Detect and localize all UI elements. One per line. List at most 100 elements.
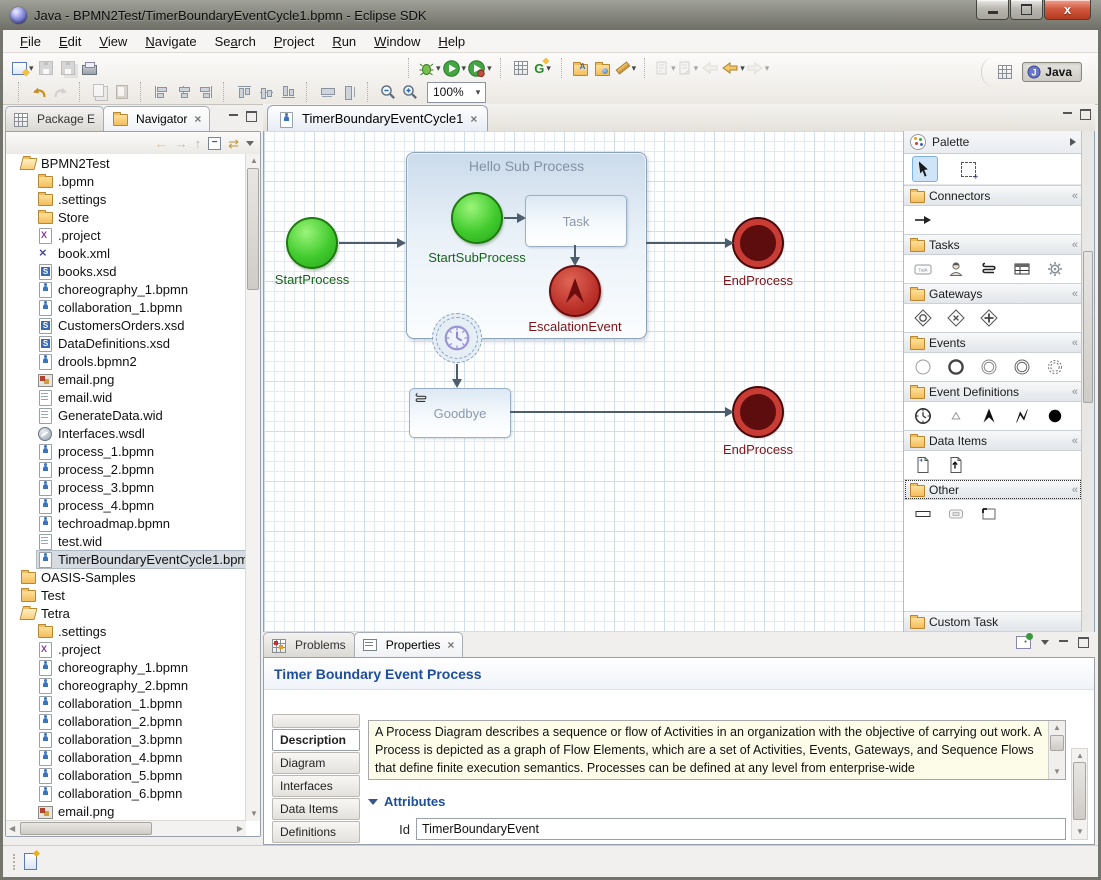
tree-item--project[interactable]: X.project xyxy=(6,226,246,244)
pin-drawer-icon[interactable]: « xyxy=(1072,435,1077,447)
menu-window[interactable]: Window xyxy=(365,31,429,52)
boundary-event-icon[interactable] xyxy=(1044,356,1066,378)
escalation-icon[interactable] xyxy=(978,405,1000,427)
id-input[interactable]: TimerBoundaryEvent xyxy=(416,818,1066,840)
collapse-all-icon[interactable]: − xyxy=(208,137,221,150)
palette-header[interactable]: Palette xyxy=(904,131,1082,154)
tree-item-collaboration-1-bpmn[interactable]: collaboration_1.bpmn xyxy=(6,694,246,712)
end-event-icon[interactable] xyxy=(945,356,967,378)
dropdown-caret-icon[interactable]: ▾ xyxy=(694,63,699,74)
conditional-icon[interactable] xyxy=(945,405,967,427)
terminate-icon[interactable] xyxy=(1044,405,1066,427)
tree-item-techroadmap-bpmn[interactable]: techroadmap.bpmn xyxy=(6,514,246,532)
tree-item-store[interactable]: Store xyxy=(6,208,246,226)
intermediate-catch-event-icon[interactable] xyxy=(978,356,1000,378)
tree-item-row[interactable]: email.png xyxy=(37,803,117,820)
task-node[interactable]: Task xyxy=(525,195,627,247)
align-bottom-button[interactable] xyxy=(278,81,298,103)
pin-view-icon[interactable] xyxy=(1016,636,1031,649)
task-icon[interactable]: Task xyxy=(912,258,934,280)
back-button[interactable]: ▾ xyxy=(722,57,745,79)
next-edit-location-button[interactable]: ▾ xyxy=(678,57,699,79)
sequence-flow[interactable] xyxy=(574,245,576,259)
tree-vertical-scrollbar[interactable]: ▲ ▼ xyxy=(245,154,260,821)
tree-item-bpmn2test[interactable]: BPMN2Test xyxy=(6,154,246,172)
menu-file[interactable]: File xyxy=(11,31,50,52)
property-tab-interfaces[interactable]: Interfaces xyxy=(272,775,360,797)
tree-item-row[interactable]: ×book.xml xyxy=(37,245,113,262)
exclusive-gateway-icon[interactable] xyxy=(945,307,967,329)
up-icon[interactable]: ↑ xyxy=(195,137,202,150)
sequence-flow[interactable] xyxy=(504,217,519,219)
dropdown-caret-icon[interactable]: ▾ xyxy=(765,63,770,74)
tree-item-row[interactable]: choreography_1.bpmn xyxy=(37,281,191,298)
tree-item-row[interactable]: collaboration_6.bpmn xyxy=(37,785,185,802)
redo-button[interactable] xyxy=(51,81,71,103)
timer-boundary-event-node[interactable] xyxy=(432,313,482,363)
palette-section-events[interactable]: Events« xyxy=(904,332,1082,353)
start-subprocess-node[interactable] xyxy=(451,192,503,244)
editor-vertical-scrollbar[interactable] xyxy=(1081,131,1094,632)
tab-package-explorer[interactable]: Package E xyxy=(5,106,104,131)
menu-navigate[interactable]: Navigate xyxy=(136,31,205,52)
description-scrollbar[interactable]: ▲ ▼ xyxy=(1048,721,1065,779)
view-menu-icon[interactable] xyxy=(1041,640,1049,645)
match-height-button[interactable] xyxy=(339,81,359,103)
tree-item-books-xsd[interactable]: Sbooks.xsd xyxy=(6,262,246,280)
copy-button[interactable] xyxy=(90,81,110,103)
tree-item-row[interactable]: SCustomersOrders.xsd xyxy=(37,317,187,334)
tree-item--project[interactable]: X.project xyxy=(6,640,246,658)
tree-item-row[interactable]: Test xyxy=(20,587,68,604)
description-box[interactable]: A Process Diagram describes a sequence o… xyxy=(368,720,1066,780)
minimize-view-icon[interactable] xyxy=(229,114,238,119)
tree-item-row[interactable]: GenerateData.wid xyxy=(37,407,166,424)
maximize-view-icon[interactable] xyxy=(246,111,257,122)
close-tab-icon[interactable]: × xyxy=(194,112,201,126)
tree-item-datadefinitions-xsd[interactable]: SDataDefinitions.xsd xyxy=(6,334,246,352)
pin-drawer-icon[interactable]: « xyxy=(1072,190,1077,202)
tree-item-row[interactable]: .bpmn xyxy=(37,173,97,190)
java-perspective-button[interactable]: J Java xyxy=(1022,62,1082,82)
dropdown-caret-icon[interactable]: ▾ xyxy=(671,63,676,74)
tree-item-collaboration-2-bpmn[interactable]: collaboration_2.bpmn xyxy=(6,712,246,730)
tree-item--settings[interactable]: .settings xyxy=(6,622,246,640)
business-rule-task-icon[interactable] xyxy=(1011,258,1033,280)
tree-item-row[interactable]: Tetra xyxy=(20,605,73,622)
title-bar[interactable]: Java - BPMN2Test/TimerBoundaryEventCycle… xyxy=(0,0,1101,30)
tree-item-timerboundaryeventcycle1-bpmn[interactable]: TimerBoundaryEventCycle1.bpmn xyxy=(6,550,246,568)
print-button[interactable] xyxy=(80,57,100,79)
dropdown-caret-icon[interactable]: ▾ xyxy=(29,63,34,74)
dropdown-caret-icon[interactable]: ▾ xyxy=(740,63,745,74)
tree-item-book-xml[interactable]: ×book.xml xyxy=(6,244,246,262)
paste-button[interactable] xyxy=(112,81,132,103)
palette-collapse-icon[interactable] xyxy=(1070,138,1076,146)
tree-item-row[interactable]: collaboration_1.bpmn xyxy=(37,299,185,316)
tree-item-row[interactable]: process_4.bpmn xyxy=(37,497,157,514)
tree-item-row[interactable]: Sbooks.xsd xyxy=(37,263,120,280)
tree-item-choreography-2-bpmn[interactable]: choreography_2.bpmn xyxy=(6,676,246,694)
selection-tool[interactable] xyxy=(912,156,938,182)
tree-item-row[interactable]: BPMN2Test xyxy=(20,155,113,172)
tree-item-process-2-bpmn[interactable]: process_2.bpmn xyxy=(6,460,246,478)
palette-section-custom-task[interactable]: Custom Task xyxy=(904,611,1082,632)
attributes-section-header[interactable]: Attributes xyxy=(368,794,1066,809)
goodbye-task-node[interactable]: Goodbye xyxy=(409,388,511,438)
minimize-editor-icon[interactable] xyxy=(1063,112,1072,117)
tree-item-row[interactable]: collaboration_3.bpmn xyxy=(37,731,185,748)
menu-edit[interactable]: Edit xyxy=(50,31,90,52)
start-event-icon[interactable] xyxy=(912,356,934,378)
tab-problems[interactable]: Problems xyxy=(263,632,355,657)
palette-section-gateways[interactable]: Gateways« xyxy=(904,283,1082,304)
tree-item-interfaces-wsdl[interactable]: Interfaces.wsdl xyxy=(6,424,246,442)
new-java-package-button[interactable] xyxy=(511,57,531,79)
properties-vertical-scrollbar[interactable]: ▲ ▼ xyxy=(1071,748,1088,840)
data-store-icon[interactable] xyxy=(945,454,967,476)
tab-navigator[interactable]: Navigator × xyxy=(103,106,210,131)
menu-project[interactable]: Project xyxy=(265,31,323,52)
lane-icon[interactable] xyxy=(912,503,934,525)
align-top-button[interactable] xyxy=(234,81,254,103)
open-resource-button[interactable] xyxy=(594,57,614,79)
link-with-editor-icon[interactable]: ⇄ xyxy=(228,137,239,150)
save-all-button[interactable] xyxy=(58,57,78,79)
zoom-in-button[interactable] xyxy=(400,81,420,103)
